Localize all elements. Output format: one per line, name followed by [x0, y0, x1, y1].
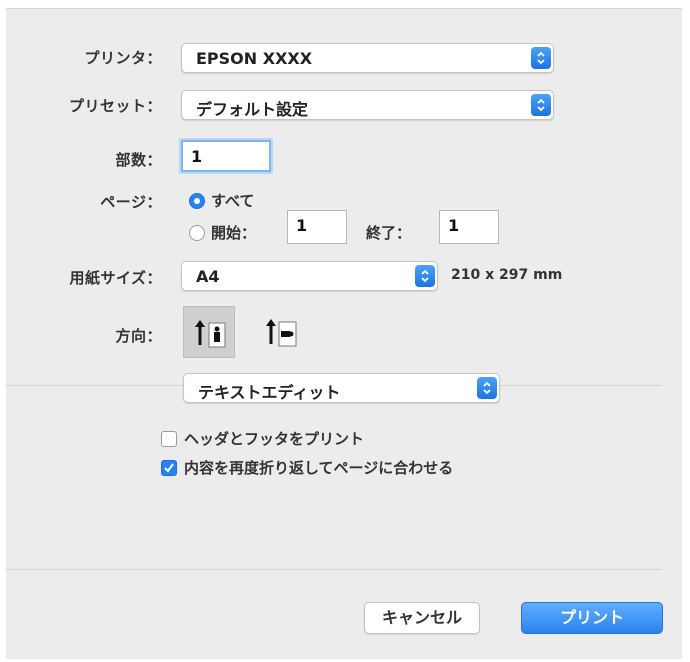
- pages-to-field[interactable]: 1: [439, 210, 499, 244]
- orientation-label: 方向：: [115, 327, 162, 345]
- chevron-updown-icon: [477, 377, 497, 399]
- bottom-divider: [6, 569, 662, 570]
- copies-label: 部数：: [115, 151, 162, 169]
- portrait-button[interactable]: [183, 306, 235, 358]
- cancel-button[interactable]: キャンセル: [364, 602, 480, 634]
- header-footer-label: ヘッダとフッタをプリント: [184, 430, 365, 448]
- pages-to-label: 終了：: [366, 224, 412, 242]
- print-dialog: プリンタ： EPSON XXXX プリセット： デフォルト設定 部数： 1 ペー…: [6, 8, 682, 659]
- pages-from-label: 開始：: [211, 224, 257, 242]
- print-button[interactable]: プリント: [521, 602, 663, 634]
- pages-range-radio[interactable]: [189, 225, 205, 241]
- rewrap-checkbox[interactable]: [161, 460, 177, 476]
- pages-all-label: すべて: [211, 192, 255, 210]
- pages-from-field[interactable]: 1: [287, 210, 347, 244]
- checkmark-icon: [164, 463, 174, 473]
- chevron-updown-icon: [531, 47, 551, 69]
- rewrap-label: 内容を再度折り返してページに合わせる: [184, 459, 454, 477]
- pages-label: ページ：: [100, 193, 162, 211]
- portrait-icon: [195, 320, 226, 348]
- paper-dimensions: 210 x 297 mm: [451, 267, 563, 283]
- chevron-updown-icon: [415, 265, 435, 287]
- paper-size-popup[interactable]: A4: [181, 261, 438, 291]
- paper-size-label: 用紙サイズ：: [69, 269, 162, 287]
- printer-label: プリンタ：: [84, 49, 162, 67]
- printer-value: EPSON XXXX: [196, 49, 313, 68]
- header-footer-checkbox[interactable]: [161, 431, 177, 447]
- preset-popup[interactable]: デフォルト設定: [181, 90, 554, 120]
- preset-value: デフォルト設定: [196, 100, 309, 119]
- pages-all-radio[interactable]: [189, 193, 205, 209]
- preset-label: プリセット：: [68, 97, 162, 115]
- landscape-button[interactable]: [255, 306, 307, 358]
- app-section-value: テキストエディット: [198, 383, 341, 402]
- copies-field[interactable]: 1: [181, 140, 271, 172]
- landscape-icon: [266, 319, 297, 347]
- paper-size-value: A4: [196, 267, 220, 286]
- printer-popup[interactable]: EPSON XXXX: [181, 43, 554, 73]
- chevron-updown-icon: [531, 94, 551, 116]
- app-section-popup[interactable]: テキストエディット: [183, 373, 500, 403]
